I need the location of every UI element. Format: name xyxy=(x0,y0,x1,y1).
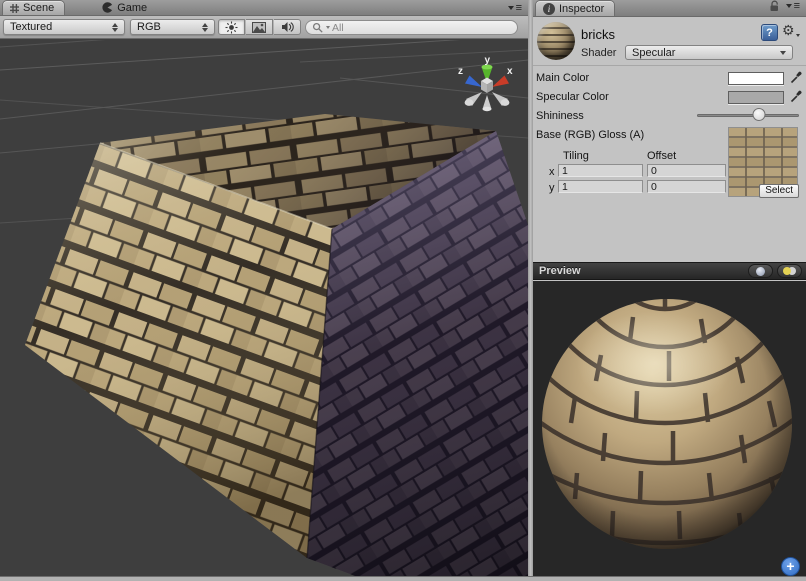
scene-panel-menu[interactable]: ≡ xyxy=(508,4,523,12)
specular-color-label: Specular Color xyxy=(536,91,609,103)
gizmo-negative-x-cap xyxy=(465,99,474,106)
scene-search-field[interactable]: All xyxy=(305,20,518,35)
chevron-down-icon xyxy=(508,6,514,10)
inspector-tabstrip: i Inspector ≡ xyxy=(533,0,806,17)
scene-skybox-toggle[interactable] xyxy=(246,19,273,35)
shininess-slider-thumb[interactable] xyxy=(753,108,766,121)
tab-scene-label: Scene xyxy=(23,2,54,14)
scene-audio-toggle[interactable] xyxy=(274,19,301,35)
preview-lighting-button[interactable] xyxy=(777,264,802,278)
render-mode-dropdown[interactable]: RGB xyxy=(130,19,215,35)
shader-label: Shader xyxy=(581,47,616,59)
main-color-swatch[interactable] xyxy=(728,72,784,85)
gizmo-negative-z-cap xyxy=(501,99,510,106)
preview-title: Preview xyxy=(539,265,581,277)
scene-tabstrip: Scene Game ≡ xyxy=(0,0,528,16)
tiling-row-x-label: x xyxy=(549,166,555,178)
inspector-panel: i Inspector ≡ bricks Shader Specular xyxy=(533,0,806,576)
tab-game-label: Game xyxy=(117,2,147,14)
info-icon: i xyxy=(543,3,555,15)
unity-editor-window: Scene Game ≡ Textured RGB xyxy=(0,0,806,581)
menu-bars-icon: ≡ xyxy=(794,2,801,10)
tab-inspector[interactable]: i Inspector xyxy=(535,0,615,16)
gizmo-x-label: x xyxy=(507,66,513,77)
add-button[interactable]: + xyxy=(781,557,800,576)
material-preview-sphere xyxy=(533,281,806,576)
eyedropper-icon[interactable] xyxy=(789,89,802,104)
updown-arrows-icon xyxy=(202,23,208,32)
search-icon xyxy=(312,22,324,34)
search-filter-chevron-icon xyxy=(326,26,330,29)
search-scope-label: All xyxy=(332,22,344,34)
tab-scene[interactable]: Scene xyxy=(2,0,65,15)
draw-mode-value: Textured xyxy=(10,21,52,33)
tiling-header: Tiling xyxy=(563,150,589,162)
image-icon xyxy=(252,22,266,33)
base-map-label: Base (RGB) Gloss (A) xyxy=(536,129,644,141)
shininess-label: Shininess xyxy=(536,110,584,122)
offset-y-field[interactable] xyxy=(647,180,726,193)
scene-toolbar: Textured RGB xyxy=(0,16,528,39)
gizmo-negative-y-cap xyxy=(483,107,492,111)
help-icon[interactable]: ? xyxy=(761,24,778,41)
preview-header[interactable]: Preview xyxy=(533,262,806,280)
scene-viewport[interactable]: y x z xyxy=(0,40,528,576)
offset-x-field[interactable] xyxy=(647,164,726,177)
header-separator xyxy=(533,65,806,66)
updown-arrows-icon xyxy=(112,23,118,32)
material-preview-area[interactable]: + xyxy=(533,281,806,576)
scene-lighting-toggle[interactable] xyxy=(218,19,245,35)
tiling-row-y-label: y xyxy=(549,182,555,194)
tab-inspector-label: Inspector xyxy=(559,3,604,15)
shininess-slider[interactable] xyxy=(697,114,799,117)
gear-icon[interactable]: ⚙ xyxy=(782,22,800,39)
offset-header: Offset xyxy=(647,150,676,162)
main-color-label: Main Color xyxy=(536,72,589,84)
tiling-y-field[interactable] xyxy=(558,180,643,193)
preview-shape-button[interactable] xyxy=(748,264,773,278)
render-mode-value: RGB xyxy=(137,21,161,33)
grid-icon xyxy=(10,4,19,13)
gizmo-y-label: y xyxy=(485,55,491,66)
lock-icon[interactable] xyxy=(769,0,780,12)
draw-mode-dropdown[interactable]: Textured xyxy=(3,19,125,35)
window-bottom-edge xyxy=(0,576,806,581)
menu-bars-icon: ≡ xyxy=(516,4,523,12)
speaker-icon xyxy=(281,21,294,33)
game-icon xyxy=(102,2,113,13)
material-sphere-icon xyxy=(537,22,575,60)
shader-dropdown[interactable]: Specular xyxy=(625,45,793,60)
material-name: bricks xyxy=(581,27,615,42)
chevron-down-icon xyxy=(786,4,792,8)
select-texture-button[interactable]: Select xyxy=(759,184,799,198)
light-on-icon xyxy=(783,267,791,275)
tab-game[interactable]: Game xyxy=(95,0,157,15)
shader-value: Specular xyxy=(632,47,675,59)
specular-color-swatch[interactable] xyxy=(728,91,784,104)
gizmo-z-label: z xyxy=(458,66,463,77)
inspector-panel-menu[interactable]: ≡ xyxy=(786,2,801,10)
scene-panel: Scene Game ≡ Textured RGB xyxy=(0,0,528,576)
eyedropper-icon[interactable] xyxy=(789,70,802,85)
chevron-down-icon xyxy=(796,34,800,37)
material-inspector: bricks Shader Specular ? ⚙ Main Color Sp… xyxy=(533,17,806,262)
base-texture-thumbnail[interactable]: Select xyxy=(728,127,798,197)
chevron-down-icon xyxy=(780,51,786,55)
sphere-icon xyxy=(756,267,765,276)
sun-icon xyxy=(225,21,238,34)
tiling-x-field[interactable] xyxy=(558,164,643,177)
